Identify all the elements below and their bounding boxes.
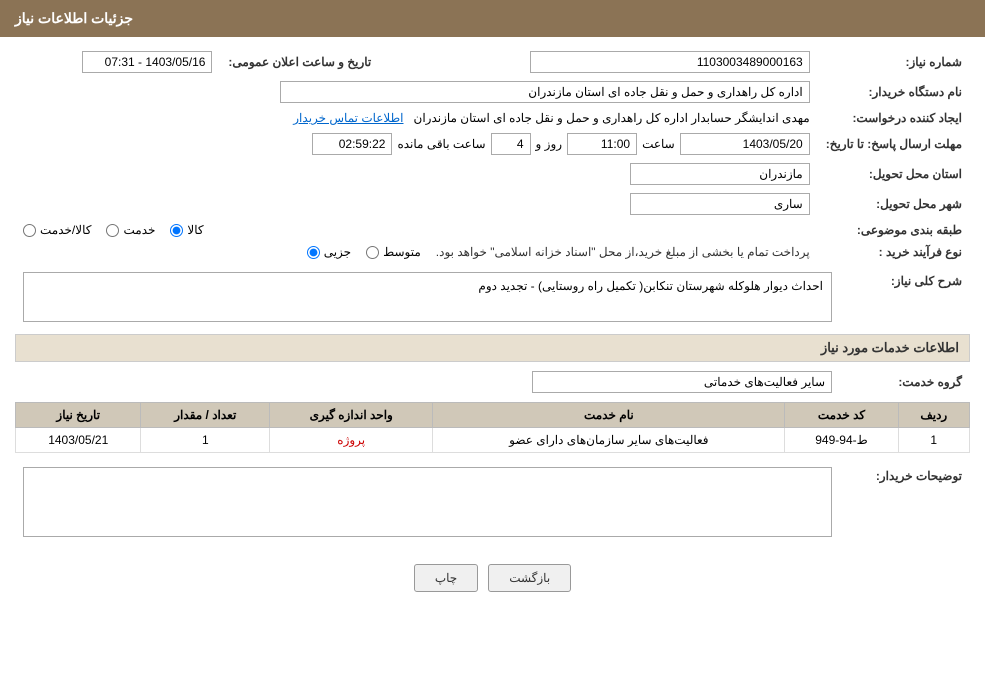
need-number-input[interactable] bbox=[530, 51, 810, 73]
page-header: جزئیات اطلاعات نیاز bbox=[0, 0, 985, 37]
buyer-org-label: نام دستگاه خریدار: bbox=[818, 77, 970, 107]
col-row: ردیف bbox=[898, 403, 969, 428]
city-input[interactable] bbox=[630, 193, 810, 215]
reply-date-input[interactable] bbox=[680, 133, 810, 155]
reply-deadline-row: ساعت روز و ساعت باقی مانده bbox=[15, 129, 818, 159]
purchase-type-label: نوع فرآیند خرید : bbox=[818, 241, 970, 263]
buyer-notes-textarea[interactable] bbox=[23, 467, 832, 537]
back-button[interactable]: بازگشت bbox=[488, 564, 571, 592]
description-text: احداث دیوار هلوکله شهرستان تنکابن( تکمیل… bbox=[478, 279, 823, 293]
service-group-value bbox=[15, 367, 840, 397]
buyer-org-input[interactable] bbox=[280, 81, 810, 103]
buyer-org-value bbox=[15, 77, 818, 107]
city-label: شهر محل تحویل: bbox=[818, 189, 970, 219]
service-group-input[interactable] bbox=[532, 371, 832, 393]
cell-name: فعالیت‌های سایر سازمان‌های دارای عضو bbox=[433, 428, 785, 453]
province-input[interactable] bbox=[630, 163, 810, 185]
col-name: نام خدمت bbox=[433, 403, 785, 428]
description-table: شرح کلی نیاز: احداث دیوار هلوکله شهرستان… bbox=[15, 268, 970, 326]
reply-remaining-label: ساعت باقی مانده bbox=[397, 137, 485, 151]
basic-info-table: شماره نیاز: تاریخ و ساعت اعلان عمومی: نا… bbox=[15, 47, 970, 263]
col-qty: تعداد / مقدار bbox=[141, 403, 270, 428]
province-value bbox=[15, 159, 818, 189]
need-number-label: شماره نیاز: bbox=[818, 47, 970, 77]
reply-remaining-input[interactable] bbox=[312, 133, 392, 155]
description-cell: احداث دیوار هلوکله شهرستان تنکابن( تکمیل… bbox=[15, 268, 840, 326]
cell-row: 1 bbox=[898, 428, 969, 453]
reply-days-label: روز و bbox=[536, 137, 563, 151]
purchase-option-partial[interactable]: جزیی bbox=[307, 245, 351, 259]
notes-table: توضیحات خریدار: bbox=[15, 463, 970, 544]
reply-time-label: ساعت bbox=[642, 137, 675, 151]
reply-days-input[interactable] bbox=[491, 133, 531, 155]
creator-label: ایجاد کننده درخواست: bbox=[818, 107, 970, 129]
public-date-input[interactable] bbox=[82, 51, 212, 73]
category-option-khedmat[interactable]: خدمت bbox=[106, 223, 155, 237]
category-option-kala[interactable]: کالا bbox=[170, 223, 203, 237]
buyer-notes-cell bbox=[15, 463, 840, 544]
reply-time-input[interactable] bbox=[567, 133, 637, 155]
public-date-label: تاریخ و ساعت اعلان عمومی: bbox=[220, 47, 401, 77]
table-row: 1 ط-94-949 فعالیت‌های سایر سازمان‌های دا… bbox=[16, 428, 970, 453]
description-label: شرح کلی نیاز: bbox=[840, 268, 970, 326]
col-date: تاریخ نیاز bbox=[16, 403, 141, 428]
description-box: احداث دیوار هلوکله شهرستان تنکابن( تکمیل… bbox=[23, 272, 832, 322]
creator-contact-link[interactable]: اطلاعات تماس خریدار bbox=[293, 111, 403, 125]
print-button[interactable]: چاپ bbox=[414, 564, 478, 592]
page-container: جزئیات اطلاعات نیاز شماره نیاز: تاریخ و … bbox=[0, 0, 985, 691]
purchase-option-medium[interactable]: متوسط bbox=[366, 245, 421, 259]
creator-value: مهدی اندایشگر حسابدار اداره کل راهداری و… bbox=[15, 107, 818, 129]
main-content: شماره نیاز: تاریخ و ساعت اعلان عمومی: نا… bbox=[0, 37, 985, 617]
service-group-table: گروه خدمت: bbox=[15, 367, 970, 397]
col-code: کد خدمت bbox=[785, 403, 898, 428]
public-date-value bbox=[15, 47, 220, 77]
need-number-value bbox=[401, 47, 817, 77]
cell-unit: پروژه bbox=[270, 428, 433, 453]
button-area: بازگشت چاپ bbox=[15, 549, 970, 607]
reply-deadline-label: مهلت ارسال پاسخ: تا تاریخ: bbox=[818, 129, 970, 159]
purchase-type-row: پرداخت تمام یا بخشی از مبلغ خرید،از محل … bbox=[15, 241, 818, 263]
cell-date: 1403/05/21 bbox=[16, 428, 141, 453]
cell-code: ط-94-949 bbox=[785, 428, 898, 453]
col-unit: واحد اندازه گیری bbox=[270, 403, 433, 428]
category-option-kala-khedmat[interactable]: کالا/خدمت bbox=[23, 223, 91, 237]
cell-qty: 1 bbox=[141, 428, 270, 453]
page-title: جزئیات اطلاعات نیاز bbox=[15, 10, 133, 26]
services-section-title: اطلاعات خدمات مورد نیاز bbox=[15, 334, 970, 362]
buyer-notes-label: توضیحات خریدار: bbox=[840, 463, 970, 544]
service-group-label: گروه خدمت: bbox=[840, 367, 970, 397]
creator-name: مهدی اندایشگر حسابدار اداره کل راهداری و… bbox=[414, 111, 810, 125]
purchase-note: پرداخت تمام یا بخشی از مبلغ خرید،از محل … bbox=[436, 245, 810, 259]
category-label: طبقه بندی موضوعی: bbox=[818, 219, 970, 241]
province-label: استان محل تحویل: bbox=[818, 159, 970, 189]
category-options: کالا/خدمت خدمت کالا bbox=[15, 219, 818, 241]
city-value bbox=[15, 189, 818, 219]
services-table: ردیف کد خدمت نام خدمت واحد اندازه گیری ت… bbox=[15, 402, 970, 453]
